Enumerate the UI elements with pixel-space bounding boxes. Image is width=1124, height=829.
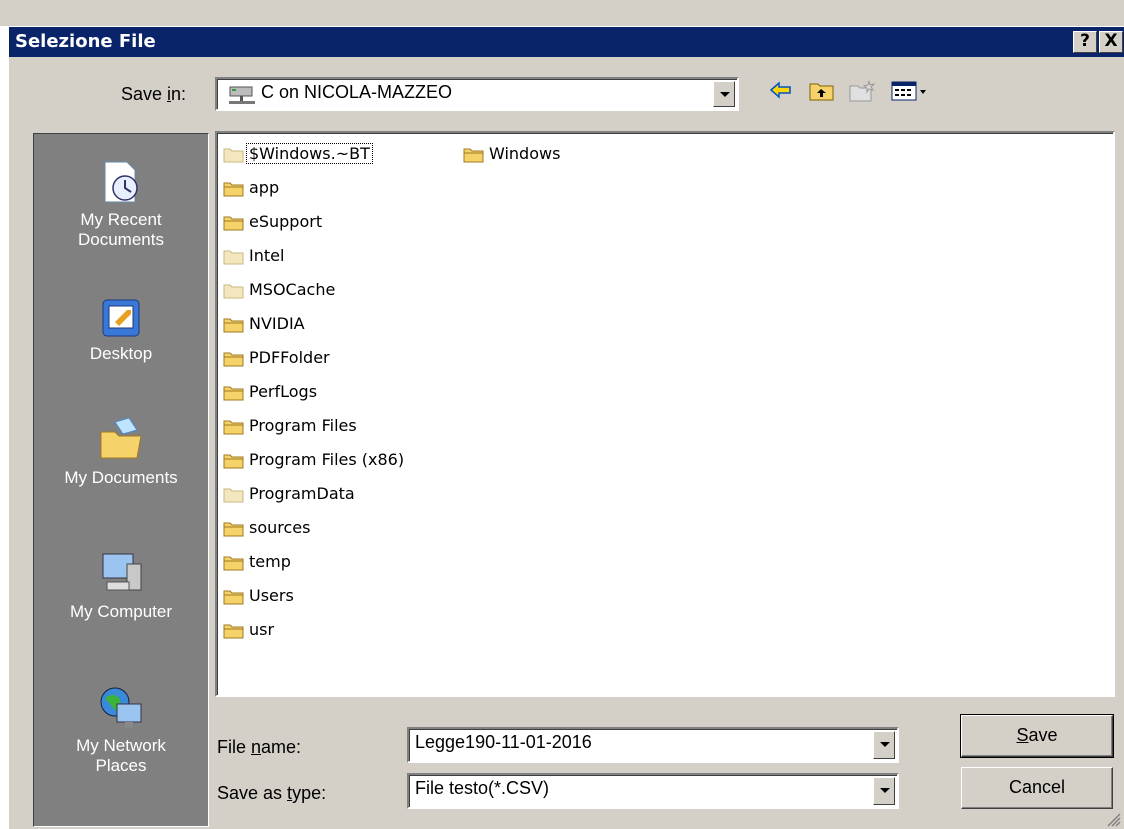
hidden-folder-icon	[223, 250, 244, 265]
resize-grip-icon[interactable]	[1105, 811, 1121, 827]
folder-icon	[223, 522, 244, 537]
network-places-icon	[100, 687, 142, 728]
save-in-label: Save in:	[121, 84, 187, 104]
place-network[interactable]: My Network Places	[34, 684, 208, 776]
save-as-type-label: Save as type:	[217, 783, 327, 803]
hidden-folder-icon	[223, 488, 244, 503]
folder-icon	[223, 182, 244, 197]
up-folder-icon[interactable]	[809, 80, 835, 102]
dialog-title: Selezione File	[15, 31, 156, 52]
back-arrow-icon[interactable]	[769, 80, 793, 100]
save-as-type-dropdown[interactable]: File testo(*.CSV)	[407, 773, 899, 809]
save-dialog: Selezione File ? X Save in: C on NICOLA-…	[8, 26, 1124, 829]
folder-icon	[223, 624, 244, 639]
folder-icon	[223, 352, 244, 367]
file-name-dropdown-arrow[interactable]	[873, 731, 895, 759]
new-folder-icon[interactable]	[849, 80, 875, 102]
file-name-label: File name:	[217, 737, 302, 757]
desktop-icon	[102, 299, 140, 337]
save-button[interactable]: Save	[960, 714, 1114, 758]
help-button[interactable]: ?	[1073, 31, 1097, 53]
file-list[interactable]: $Windows.~BT app eSupport Intel MSOCache…	[215, 131, 1115, 697]
my-computer-icon	[102, 553, 142, 591]
place-recent-documents[interactable]: My Recent Documents	[34, 158, 208, 250]
folder-icon	[223, 590, 244, 605]
network-drive-icon	[229, 86, 255, 104]
cancel-button[interactable]: Cancel	[961, 767, 1113, 809]
close-button[interactable]: X	[1099, 31, 1123, 53]
place-desktop[interactable]: Desktop	[34, 296, 208, 364]
my-documents-icon	[100, 417, 142, 459]
folder-icon	[223, 318, 244, 333]
recent-documents-icon	[104, 161, 138, 203]
places-bar: My RecentDocuments Desktop My Documents	[33, 133, 209, 827]
folder-icon	[223, 216, 244, 231]
hidden-folder-icon	[223, 284, 244, 299]
folder-icon	[223, 556, 244, 571]
folder-icon	[223, 420, 244, 435]
save-in-value: C on NICOLA-MAZZEO	[261, 82, 453, 102]
save-as-type-dropdown-arrow[interactable]	[873, 777, 895, 805]
save-in-dropdown-arrow[interactable]	[713, 81, 735, 107]
save-in-dropdown[interactable]: C on NICOLA-MAZZEO	[215, 77, 739, 111]
title-bar[interactable]: Selezione File ? X	[9, 27, 1124, 57]
folder-icon	[223, 454, 244, 469]
view-menu-icon[interactable]	[891, 80, 931, 102]
background-strip-left	[0, 26, 8, 829]
place-my-documents[interactable]: My Documents	[34, 416, 208, 488]
folder-icon	[463, 148, 484, 163]
file-name-input[interactable]: Legge190-11-01-2016	[407, 727, 899, 763]
folder-icon	[223, 386, 244, 401]
hidden-folder-icon	[223, 148, 244, 163]
background-strip	[0, 0, 1124, 26]
place-my-computer[interactable]: My Computer	[34, 550, 208, 622]
